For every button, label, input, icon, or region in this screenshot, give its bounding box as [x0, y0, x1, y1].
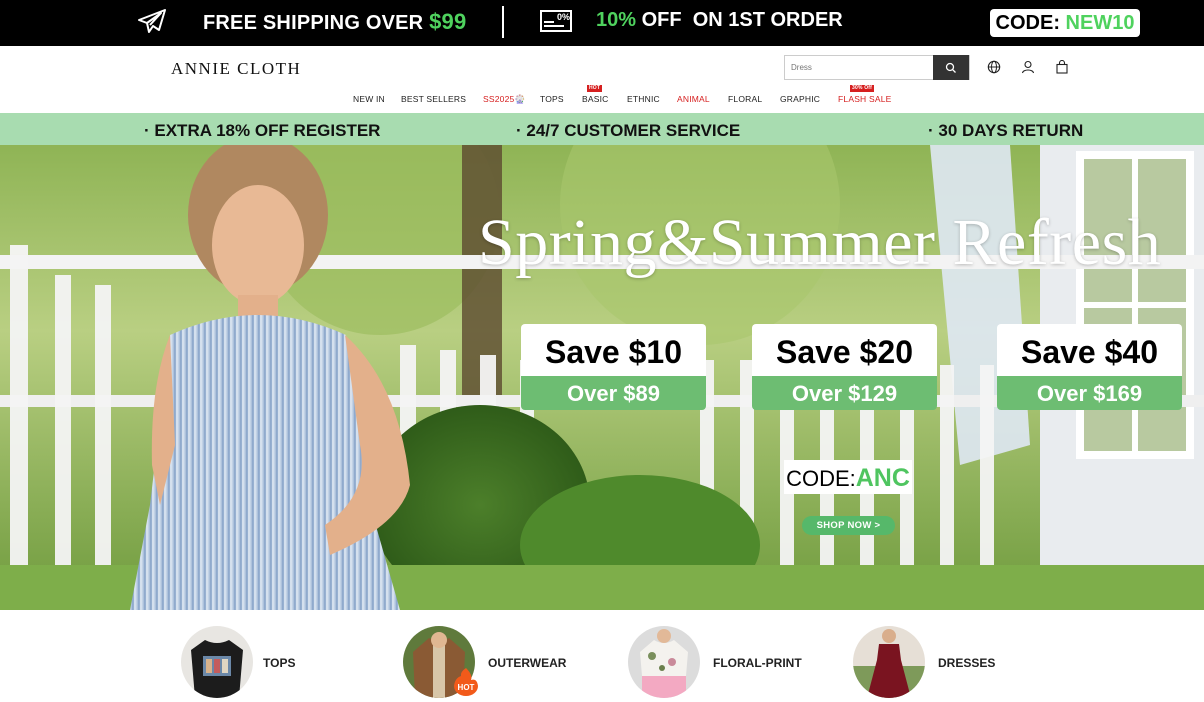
nav-item-label: FLASH SALE [838, 94, 892, 104]
discount-badge: 30% Off [850, 85, 875, 92]
category-label: OUTERWEAR [488, 656, 567, 670]
airplane-icon [138, 9, 166, 33]
free-shipping-text: FREE SHIPPING OVER $99 [203, 9, 467, 34]
nav-item-flash-sale[interactable]: 30% Off FLASH SALE [838, 85, 892, 104]
category-label: DRESSES [938, 656, 996, 670]
promo-bar: FREE SHIPPING OVER $99 0% 10% OFF ON 1ST… [0, 0, 1204, 46]
nav-item-ethnic[interactable]: ETHNIC [627, 94, 660, 104]
category-label: FLORAL-PRINT [713, 656, 802, 670]
hero-banner[interactable]: Spring&Summer Refresh Save $10 Over $89 … [0, 145, 1204, 610]
nav-item-graphic[interactable]: GRAPHIC [780, 94, 820, 104]
shop-now-button[interactable]: SHOP NOW > [802, 516, 895, 535]
globe-icon[interactable] [987, 60, 1001, 74]
site-logo[interactable]: ANNIE CLOTH [171, 59, 301, 79]
promo-divider [502, 6, 504, 38]
coupon-threshold: Over $169 [997, 376, 1182, 410]
first-order-discount: 10% OFF ON 1ST ORDER [596, 9, 843, 31]
nav-item-label: BASIC [582, 94, 609, 104]
hot-badge: HOT [587, 85, 603, 92]
nav-item-tops[interactable]: TOPS [540, 94, 564, 104]
account-icon[interactable] [1021, 60, 1035, 74]
svg-text:HOT: HOT [458, 683, 475, 692]
nav-item-best-sellers[interactable]: BEST SELLERS [401, 94, 466, 104]
coupon-icon: 0% [540, 10, 572, 32]
promo-code-badge[interactable]: CODE: NEW10 [990, 9, 1140, 37]
hot-badge-icon: HOT [454, 668, 478, 696]
category-thumbnail-floral-print [628, 626, 700, 698]
coupon-card-40[interactable]: Save $40 Over $169 [997, 324, 1182, 410]
category-thumbnail-dresses [853, 626, 925, 698]
cart-bag-icon[interactable] [1055, 60, 1069, 74]
coupon-save-amount: Save $10 [521, 324, 706, 376]
category-row: TOPS HOT OUTERWEAR FLORAL-PRINT DRESSES [0, 610, 1204, 702]
coupon-threshold: Over $89 [521, 376, 706, 410]
nav-item-floral[interactable]: FLORAL [728, 94, 762, 104]
search-box [784, 55, 970, 80]
main-nav: NEW IN BEST SELLERS SS2025🎡 TOPS HOT BAS… [0, 85, 1204, 108]
category-label: TOPS [263, 656, 296, 670]
benefit-returns: · 30 DAYS RETURN [928, 121, 1084, 140]
benefit-register[interactable]: · EXTRA 18% OFF REGISTER [144, 121, 380, 141]
benefits-strip: · EXTRA 18% OFF REGISTER · 24/7 CUSTOMER… [0, 113, 1204, 145]
coupon-threshold: Over $129 [752, 376, 937, 410]
hero-promo-code: CODE:ANC [784, 460, 912, 494]
coupon-save-amount: Save $40 [997, 324, 1182, 376]
coupon-save-amount: Save $20 [752, 324, 937, 376]
benefit-customer-service: · 24/7 CUSTOMER SERVICE [516, 121, 741, 140]
hero-headline: Spring&Summer Refresh [478, 206, 1162, 279]
search-button[interactable] [933, 55, 969, 80]
nav-item-basic[interactable]: HOT BASIC [582, 85, 609, 104]
search-input[interactable] [785, 56, 935, 79]
coupon-card-10[interactable]: Save $10 Over $89 [521, 324, 706, 410]
svg-text:0%: 0% [557, 12, 570, 22]
nav-item-animal[interactable]: ANIMAL [677, 94, 710, 104]
site-header: ANNIE CLOTH NEW IN BEST SELLERS SS2025🎡 … [0, 46, 1204, 113]
category-thumbnail-tops [181, 626, 253, 698]
coupon-card-20[interactable]: Save $20 Over $129 [752, 324, 937, 410]
search-icon [945, 62, 956, 73]
nav-item-new-in[interactable]: NEW IN [353, 94, 385, 104]
nav-item-ss2025[interactable]: SS2025🎡 [483, 94, 525, 105]
